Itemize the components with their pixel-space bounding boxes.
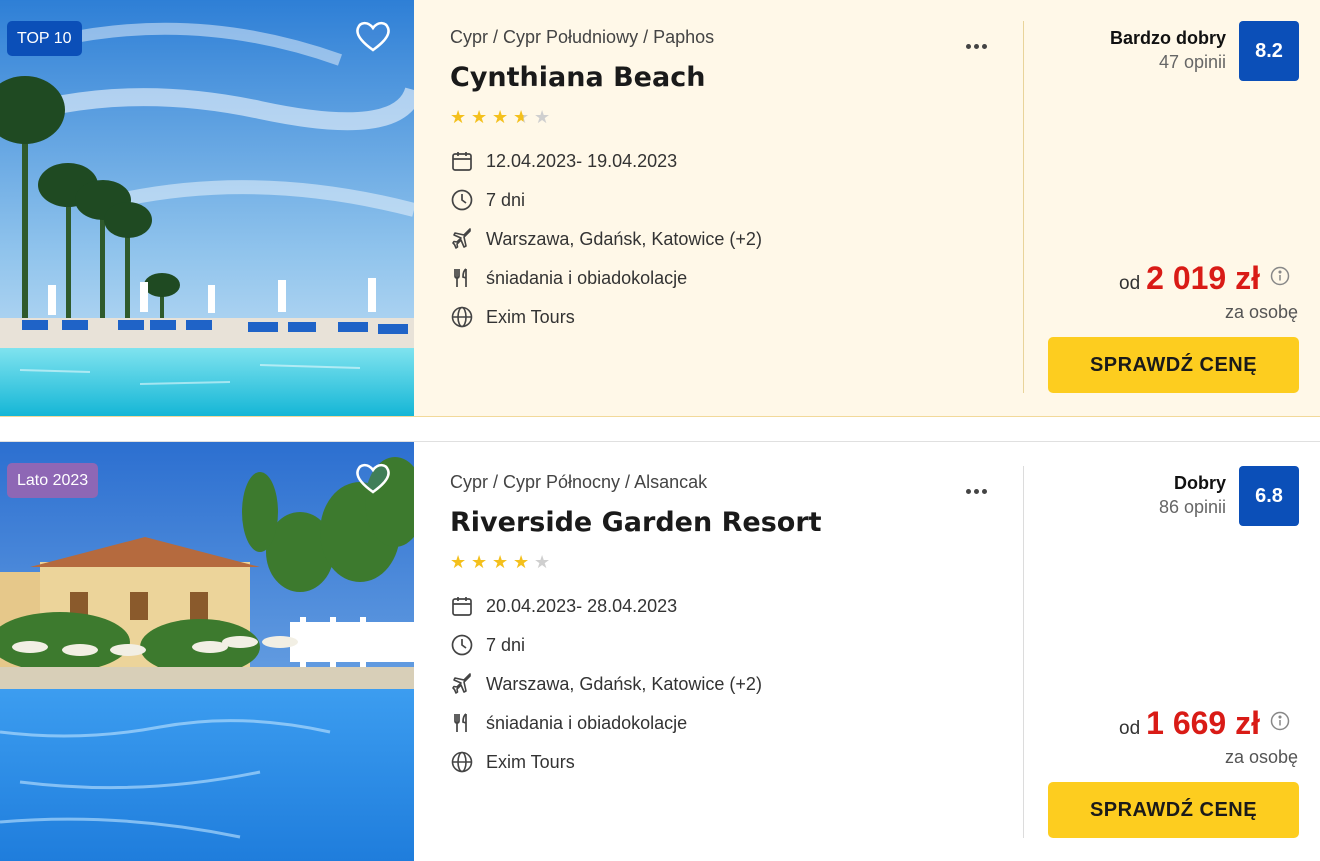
star-icon: ★ xyxy=(492,552,509,573)
more-options-icon[interactable] xyxy=(966,34,998,49)
globe-icon xyxy=(451,751,473,773)
star-icon: ★ xyxy=(450,107,467,128)
cutlery-icon xyxy=(454,713,467,732)
rating-score-badge: 8.2 xyxy=(1239,21,1299,81)
calendar-icon xyxy=(452,152,472,171)
rating-score-badge: 6.8 xyxy=(1239,466,1299,526)
check-price-button[interactable]: SPRAWDŹ CENĘ xyxy=(1048,337,1299,393)
cutlery-icon xyxy=(454,268,467,287)
offer-board-text: śniadania i obiadokolacje xyxy=(486,713,688,733)
offer-airports-text[interactable]: Warszawa, Gdańsk, Katowice (+2) xyxy=(486,229,762,250)
star-icon: ★ xyxy=(450,552,467,573)
star-icon: ★ xyxy=(471,552,488,573)
star-icon: ★ xyxy=(471,107,488,128)
star-empty-icon: ★ xyxy=(534,107,551,128)
offer-card[interactable]: TOP 10 Cypr / Cypr Południowy / Paphos C… xyxy=(0,0,1320,417)
star-icon: ★ xyxy=(492,107,509,128)
check-price-button[interactable]: SPRAWDŹ CENĘ xyxy=(1048,782,1299,838)
offer-location[interactable]: Cypr / Cypr Południowy / Paphos xyxy=(450,27,714,48)
price: od 1 669 zł xyxy=(1119,705,1290,745)
offer-dates-text: 20.04.2023- 28.04.2023 xyxy=(486,596,678,616)
hotel-name[interactable]: Riverside Garden Resort xyxy=(450,507,822,538)
offer-badge: Lato 2023 xyxy=(7,463,99,498)
clock-icon xyxy=(451,634,473,656)
offer-duration-text: 7 dni xyxy=(486,190,526,210)
more-options-icon[interactable] xyxy=(966,479,998,494)
reviews-count[interactable]: 86 opinii xyxy=(1159,497,1226,518)
heart-icon[interactable] xyxy=(354,460,392,496)
offer-details: Cypr / Cypr Północny / Alsancak Riversid… xyxy=(450,442,1010,861)
airplane-icon xyxy=(452,673,471,694)
hotel-photo[interactable] xyxy=(0,442,414,861)
price-prefix: od xyxy=(1119,273,1141,294)
divider xyxy=(1023,466,1024,838)
price-note: za osobę xyxy=(1224,747,1298,767)
offer-airports-text[interactable]: Warszawa, Gdańsk, Katowice (+2) xyxy=(486,674,762,695)
globe-icon xyxy=(451,306,473,328)
offer-card[interactable]: Lato 2023 Cypr / Cypr Północny / Alsanca… xyxy=(0,441,1320,861)
offer-location[interactable]: Cypr / Cypr Północny / Alsancak xyxy=(450,472,707,493)
offer-operator-text: Exim Tours xyxy=(486,307,575,327)
reviews-count[interactable]: 47 opinii xyxy=(1159,52,1226,73)
price: od 2 019 zł xyxy=(1119,260,1290,300)
offer-board-text: śniadania i obiadokolacje xyxy=(486,268,688,288)
star-half-icon: ★ xyxy=(513,107,534,128)
hotel-photo[interactable] xyxy=(0,0,414,416)
heart-icon[interactable] xyxy=(354,18,392,54)
hotel-photo-image xyxy=(0,442,414,861)
offer-badge: TOP 10 xyxy=(7,21,82,56)
divider xyxy=(1023,21,1024,393)
info-icon[interactable] xyxy=(1270,711,1290,731)
hotel-photo-image xyxy=(0,0,414,416)
clock-icon xyxy=(451,189,473,211)
hotel-name[interactable]: Cynthiana Beach xyxy=(450,62,705,93)
star-rating: ★ ★ ★ ★ ★ xyxy=(450,552,555,573)
airplane-icon xyxy=(452,228,471,249)
price-note: za osobę xyxy=(1224,302,1298,322)
info-icon[interactable] xyxy=(1270,266,1290,286)
star-icon: ★ xyxy=(513,552,530,573)
offer-operator-text: Exim Tours xyxy=(486,752,575,772)
calendar-icon xyxy=(452,597,472,616)
offer-details: Cypr / Cypr Południowy / Paphos Cynthian… xyxy=(450,0,1010,416)
rating-label: Dobry xyxy=(1173,473,1226,493)
star-rating: ★ ★ ★ ★ ★ xyxy=(450,107,555,128)
price-prefix: od xyxy=(1119,718,1141,739)
offer-dates-text: 12.04.2023- 19.04.2023 xyxy=(486,151,678,171)
star-empty-icon: ★ xyxy=(534,552,551,573)
price-amount: 2 019 zł xyxy=(1146,260,1260,296)
price-amount: 1 669 zł xyxy=(1146,705,1260,741)
rating-label: Bardzo dobry xyxy=(1109,28,1226,48)
offer-duration-text: 7 dni xyxy=(486,635,526,655)
